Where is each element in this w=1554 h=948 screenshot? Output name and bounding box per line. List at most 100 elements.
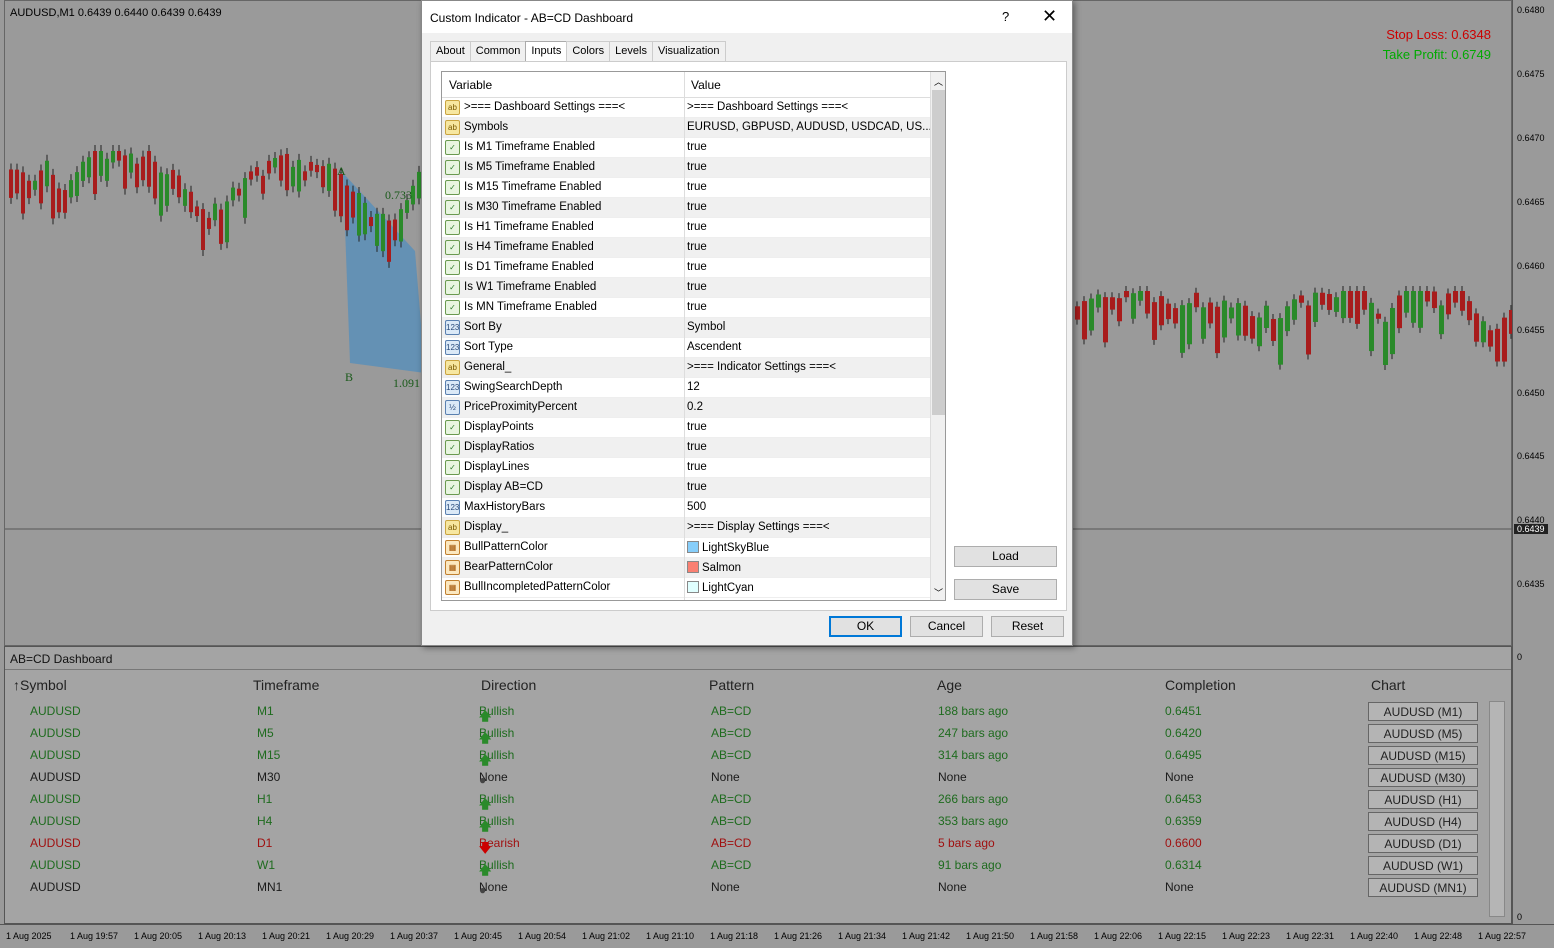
input-row[interactable]: ✓ Is H1 Timeframe Enabled true bbox=[442, 218, 930, 238]
input-row[interactable]: ab Symbols EURUSD, GBPUSD, AUDUSD, USDCAD,… bbox=[442, 118, 932, 138]
open-chart-button[interactable]: AUDUSD (W1) bbox=[1368, 856, 1478, 875]
grid-scrollbar[interactable]: ︿ ﹀ bbox=[930, 72, 945, 600]
time-label: 1 Aug 22:06 bbox=[1094, 931, 1143, 941]
input-row[interactable]: ab >=== Dashboard Settings ===< >=== Dashb… bbox=[442, 98, 930, 118]
help-button[interactable]: ? bbox=[1002, 9, 1009, 24]
input-row[interactable]: 123 Sort Type Ascendent bbox=[442, 338, 930, 358]
input-row[interactable]: ✓ Is M1 Timeframe Enabled true bbox=[442, 138, 930, 158]
candle bbox=[1411, 291, 1416, 323]
tab-inputs[interactable]: Inputs bbox=[525, 41, 568, 63]
input-row[interactable]: ✓ Is H4 Timeframe Enabled true bbox=[442, 238, 930, 258]
input-value[interactable]: true bbox=[687, 441, 707, 453]
input-value[interactable]: true bbox=[687, 261, 707, 273]
input-row[interactable]: ✓ Is W1 Timeframe Enabled true bbox=[442, 278, 930, 298]
col-chart[interactable]: Chart bbox=[1371, 677, 1405, 693]
input-value[interactable]: EURUSD, GBPUSD, AUDUSD, USDCAD, US... bbox=[687, 121, 932, 133]
open-chart-button[interactable]: AUDUSD (D1) bbox=[1368, 834, 1478, 853]
input-value[interactable]: Symbol bbox=[687, 321, 725, 333]
reset-button[interactable]: Reset bbox=[991, 616, 1064, 637]
load-button[interactable]: Load bbox=[954, 546, 1057, 567]
input-row[interactable]: ✓ Display AB=CD true bbox=[442, 478, 930, 498]
input-value[interactable]: true bbox=[687, 161, 707, 173]
input-row[interactable]: ✓ Is M5 Timeframe Enabled true bbox=[442, 158, 930, 178]
input-row[interactable]: ▦ BullPatternColor LightSkyBlue bbox=[442, 538, 930, 558]
open-chart-button[interactable]: AUDUSD (H4) bbox=[1368, 812, 1478, 831]
input-value[interactable]: true bbox=[687, 221, 707, 233]
input-value[interactable]: true bbox=[687, 421, 707, 433]
input-value[interactable]: true bbox=[687, 241, 707, 253]
tab-visualization[interactable]: Visualization bbox=[651, 41, 726, 61]
column-value[interactable]: Value bbox=[691, 78, 721, 92]
chevron-down-icon[interactable]: ﹀ bbox=[934, 586, 943, 599]
input-value[interactable]: true bbox=[687, 481, 707, 493]
input-row[interactable]: ab Display_ >=== Display Settings ===< bbox=[442, 518, 930, 538]
col-symbol[interactable]: ↑Symbol bbox=[13, 677, 67, 693]
cancel-button[interactable]: Cancel bbox=[910, 616, 983, 637]
input-row[interactable]: ab General_ >=== Indicator Settings ===< bbox=[442, 358, 930, 378]
tab-levels[interactable]: Levels bbox=[609, 41, 653, 61]
column-variable[interactable]: Variable bbox=[449, 78, 492, 92]
input-variable: Is M5 Timeframe Enabled bbox=[464, 161, 596, 173]
input-row[interactable]: ▦ BullIncompletedPatternColor LightCyan bbox=[442, 578, 930, 598]
tab-common[interactable]: Common bbox=[469, 41, 527, 61]
tab-about[interactable]: About bbox=[430, 41, 471, 61]
dashboard-scrollbar[interactable] bbox=[1489, 701, 1505, 917]
input-row[interactable]: ✓ Is MN Timeframe Enabled true bbox=[442, 298, 930, 318]
input-value[interactable]: Ascendent bbox=[687, 341, 741, 353]
input-value[interactable]: true bbox=[687, 181, 707, 193]
input-value[interactable]: 500 bbox=[687, 501, 706, 513]
open-chart-button[interactable]: AUDUSD (M30) bbox=[1368, 768, 1478, 787]
input-value[interactable]: true bbox=[687, 141, 707, 153]
input-value[interactable]: >=== Dashboard Settings ===< bbox=[687, 101, 848, 113]
input-value[interactable]: true bbox=[687, 301, 707, 313]
chevron-up-icon[interactable]: ︿ bbox=[934, 75, 943, 88]
input-row[interactable]: 123 Sort By Symbol bbox=[442, 318, 930, 338]
save-button[interactable]: Save bbox=[954, 579, 1057, 600]
input-value-text: Ascendent bbox=[687, 341, 742, 353]
open-chart-button[interactable]: AUDUSD (H1) bbox=[1368, 790, 1478, 809]
string-type-icon: ab bbox=[445, 120, 460, 135]
tab-colors[interactable]: Colors bbox=[566, 41, 611, 61]
input-value[interactable]: LightSkyBlue bbox=[687, 541, 769, 554]
input-value[interactable]: true bbox=[687, 461, 707, 473]
open-chart-button[interactable]: AUDUSD (MN1) bbox=[1368, 878, 1478, 897]
input-row[interactable]: 123 SwingSearchDepth 12 bbox=[442, 378, 930, 398]
input-row[interactable]: 123 MaxHistoryBars 500 bbox=[442, 498, 930, 518]
input-row[interactable]: ✓ Is D1 Timeframe Enabled true bbox=[442, 258, 930, 278]
ratio-label: 0.733 bbox=[385, 188, 412, 202]
time-axis[interactable]: 1 Aug 2025 1 Aug 19:57 1 Aug 20:05 1 Aug 20… bbox=[0, 924, 1554, 948]
input-row[interactable]: ✓ DisplayPoints true bbox=[442, 418, 930, 438]
input-row[interactable]: ✓ DisplayLines true bbox=[442, 458, 930, 478]
input-row[interactable]: ✓ Is M15 Timeframe Enabled true bbox=[442, 178, 930, 198]
candle bbox=[1404, 291, 1409, 313]
input-value[interactable]: Salmon bbox=[687, 561, 741, 574]
input-row[interactable]: ✓ DisplayRatios true bbox=[442, 438, 930, 458]
close-icon[interactable]: ✕ bbox=[1042, 6, 1057, 27]
open-chart-button[interactable]: AUDUSD (M1) bbox=[1368, 702, 1478, 721]
column-separator[interactable] bbox=[684, 72, 685, 600]
input-row[interactable]: ✓ Is M30 Timeframe Enabled true bbox=[442, 198, 930, 218]
price-axis[interactable]: 0.6480 0.6475 0.6470 0.6465 0.6460 0.6455 0.64… bbox=[1512, 0, 1554, 924]
scroll-thumb[interactable] bbox=[932, 90, 945, 415]
input-value[interactable]: LightCyan bbox=[687, 581, 754, 594]
open-chart-button[interactable]: AUDUSD (M15) bbox=[1368, 746, 1478, 765]
ok-button[interactable]: OK bbox=[829, 616, 902, 637]
open-chart-button[interactable]: AUDUSD (M5) bbox=[1368, 724, 1478, 743]
col-completion[interactable]: Completion bbox=[1165, 677, 1236, 693]
candle bbox=[1488, 330, 1493, 347]
col-direction[interactable]: Direction bbox=[481, 677, 536, 693]
input-value[interactable]: 12 bbox=[687, 381, 700, 393]
col-timeframe[interactable]: Timeframe bbox=[253, 677, 319, 693]
input-value[interactable]: 0.2 bbox=[687, 401, 703, 413]
col-pattern[interactable]: Pattern bbox=[709, 677, 754, 693]
input-value[interactable]: true bbox=[687, 201, 707, 213]
input-variable: BullIncompletedPatternColor bbox=[464, 581, 611, 593]
candle bbox=[237, 188, 241, 196]
input-row[interactable]: ▦ BearPatternColor Salmon bbox=[442, 558, 930, 578]
candle bbox=[1453, 291, 1458, 303]
input-value[interactable]: true bbox=[687, 281, 707, 293]
input-row[interactable]: ½ PriceProximityPercent 0.2 bbox=[442, 398, 930, 418]
input-value[interactable]: >=== Indicator Settings ===< bbox=[687, 361, 836, 373]
input-value[interactable]: >=== Display Settings ===< bbox=[687, 521, 830, 533]
col-age[interactable]: Age bbox=[937, 677, 962, 693]
